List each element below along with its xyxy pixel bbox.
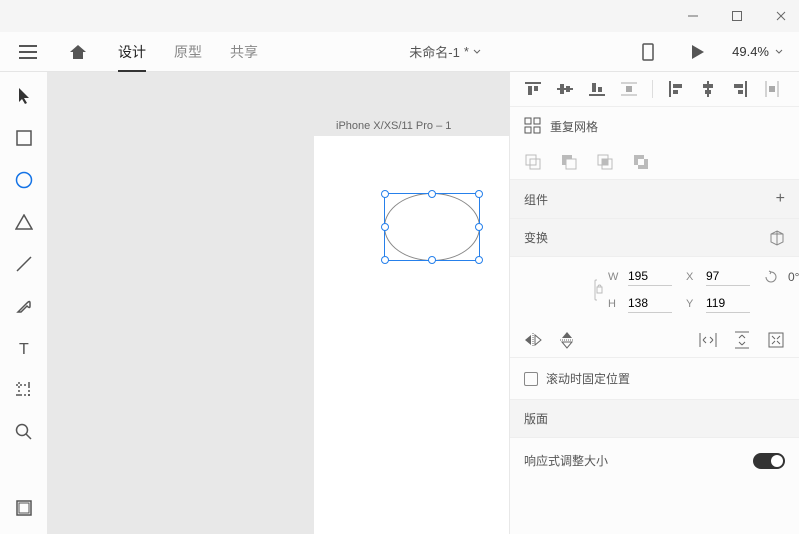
fit-v-icon[interactable] (733, 331, 751, 349)
transform-grid: W X 0° H Y (510, 257, 799, 323)
repeat-grid-label: 重复网格 (550, 118, 598, 135)
modified-indicator: * (464, 44, 469, 59)
align-left-icon[interactable] (667, 80, 685, 98)
add-icon[interactable] (524, 153, 542, 171)
grid-icon (524, 117, 542, 135)
align-row (510, 72, 799, 107)
transform-header: 变换 (510, 219, 799, 257)
tab-design[interactable]: 设计 (118, 32, 146, 72)
align-vcenter-icon[interactable] (556, 80, 574, 98)
ellipse-tool[interactable] (12, 168, 36, 192)
zoom-tool[interactable] (12, 420, 36, 444)
minimize-button[interactable] (683, 6, 703, 26)
align-right-icon[interactable] (731, 80, 749, 98)
pen-tool[interactable] (12, 294, 36, 318)
fix-scroll-checkbox[interactable] (524, 372, 538, 386)
tab-prototype[interactable]: 原型 (174, 32, 202, 72)
rotate-icon (764, 270, 778, 284)
assets-button[interactable] (12, 496, 36, 520)
flip-h-icon[interactable] (524, 331, 542, 349)
fit-all-icon[interactable] (767, 331, 785, 349)
artboard-label[interactable]: iPhone X/XS/11 Pro – 1 (336, 120, 451, 132)
component-label: 组件 (524, 191, 548, 208)
y-field[interactable]: Y (686, 294, 750, 313)
subtract-icon[interactable] (560, 153, 578, 171)
fit-h-icon[interactable] (699, 331, 717, 349)
3d-icon[interactable] (769, 230, 785, 246)
tool-column: T (0, 72, 48, 534)
properties-panel: 重复网格 组件 + 变换 W X 0° H Y (509, 72, 799, 534)
handle-e[interactable] (475, 223, 483, 231)
handle-ne[interactable] (475, 190, 483, 198)
svg-text:T: T (19, 341, 29, 356)
text-tool[interactable]: T (12, 336, 36, 360)
line-tool[interactable] (12, 252, 36, 276)
canvas-area[interactable]: iPhone X/XS/11 Pro – 1 (48, 72, 509, 534)
document-title[interactable]: 未命名-1 * (258, 42, 632, 61)
width-input[interactable] (628, 267, 672, 286)
x-field[interactable]: X (686, 267, 750, 286)
flip-v-icon[interactable] (558, 331, 576, 349)
layout-label: 版面 (524, 412, 548, 426)
handle-se[interactable] (475, 256, 483, 264)
distribute-v-icon[interactable] (620, 80, 638, 98)
align-top-icon[interactable] (524, 80, 542, 98)
rectangle-tool[interactable] (12, 126, 36, 150)
handle-s[interactable] (428, 256, 436, 264)
handle-w[interactable] (381, 223, 389, 231)
home-button[interactable] (62, 36, 94, 68)
chevron-down-icon (473, 49, 481, 55)
handle-nw[interactable] (381, 190, 389, 198)
chevron-down-icon (775, 49, 783, 55)
hamburger-menu[interactable] (12, 36, 44, 68)
add-component-button[interactable]: + (776, 190, 785, 208)
intersect-icon[interactable] (596, 153, 614, 171)
align-hcenter-icon[interactable] (699, 80, 717, 98)
repeat-grid-button[interactable]: 重复网格 (510, 107, 799, 145)
select-tool[interactable] (12, 84, 36, 108)
handle-n[interactable] (428, 190, 436, 198)
align-bottom-icon[interactable] (588, 80, 606, 98)
maximize-button[interactable] (727, 6, 747, 26)
exclude-icon[interactable] (632, 153, 650, 171)
responsive-label: 响应式调整大小 (524, 452, 608, 469)
docname-text: 未命名-1 (409, 42, 460, 61)
polygon-tool[interactable] (12, 210, 36, 234)
x-input[interactable] (706, 267, 750, 286)
artboard-tool[interactable] (12, 378, 36, 402)
distribute-h-icon[interactable] (763, 80, 781, 98)
fix-scroll-label: 滚动时固定位置 (546, 370, 630, 387)
fix-scroll-row[interactable]: 滚动时固定位置 (510, 358, 799, 400)
component-header: 组件 + (510, 180, 799, 219)
responsive-toggle[interactable] (753, 453, 785, 469)
topbar: 设计 原型 共享 未命名-1 * 49.4% (0, 32, 799, 72)
y-input[interactable] (706, 294, 750, 313)
lock-icon[interactable] (594, 279, 604, 301)
selection-box[interactable] (384, 193, 480, 261)
layout-header: 版面 (510, 400, 799, 438)
close-button[interactable] (771, 6, 791, 26)
device-preview-button[interactable] (632, 36, 664, 68)
height-field[interactable]: H (608, 294, 672, 313)
height-input[interactable] (628, 294, 672, 313)
titlebar (0, 0, 799, 32)
tab-share[interactable]: 共享 (230, 32, 258, 72)
rotation-field[interactable]: 0° (764, 270, 799, 284)
width-field[interactable]: W (608, 267, 672, 286)
transform-label: 变换 (524, 229, 548, 246)
responsive-row: 响应式调整大小 (510, 438, 799, 483)
boolean-row (510, 145, 799, 180)
play-button[interactable] (682, 36, 714, 68)
zoom-value: 49.4% (732, 44, 769, 59)
flip-row (510, 323, 799, 358)
zoom-dropdown[interactable]: 49.4% (732, 44, 783, 59)
handle-sw[interactable] (381, 256, 389, 264)
